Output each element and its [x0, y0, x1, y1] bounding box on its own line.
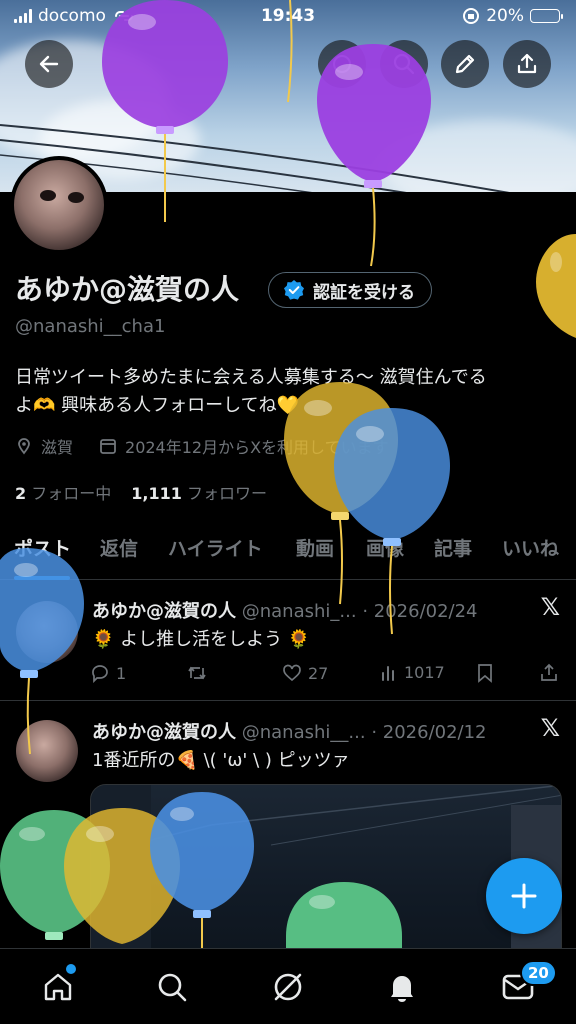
- grok-icon: [274, 973, 302, 1001]
- post-text: 🌻 よし推し活をしよう 🌻: [92, 629, 311, 650]
- like-count: 27: [308, 663, 329, 683]
- repost-icon: [188, 666, 206, 680]
- edit-button[interactable]: [441, 40, 489, 88]
- balloon-string: [287, 0, 293, 103]
- balloon-blue: [150, 792, 254, 948]
- x-logo-icon: 𝕏: [540, 714, 560, 742]
- back-button[interactable]: [25, 40, 73, 88]
- home-icon: [44, 973, 72, 1001]
- reply-count: 1: [116, 663, 127, 683]
- balloon-green: [286, 882, 402, 948]
- display-name: あゆか@滋賀の人: [15, 273, 240, 306]
- balloon-blue: [0, 548, 84, 755]
- reply-button[interactable]: 1: [90, 663, 126, 683]
- edit-icon: [455, 54, 475, 74]
- tab-highlights[interactable]: ハイライト: [168, 534, 263, 561]
- get-verified-label: 認証を受ける: [313, 282, 415, 303]
- post-text: 1番近所の🍕 \( 'ω' \ ) ピッツァ: [92, 750, 350, 771]
- nav-grok[interactable]: [268, 967, 308, 1007]
- get-verified-button[interactable]: 認証を受ける: [268, 272, 432, 308]
- notifications-icon: [391, 976, 413, 1002]
- post-header: あゆか@滋賀の人 @nanashi__... · 2026/02/12: [92, 718, 522, 744]
- battery-percent: 20%: [486, 6, 524, 26]
- like-icon: [283, 664, 301, 682]
- followers-label: フォロワー: [186, 484, 267, 503]
- balloon-purple: [317, 44, 431, 267]
- reply-icon: [92, 665, 108, 683]
- bottom-navigation: [0, 948, 576, 1024]
- rotation-lock-icon: [463, 8, 480, 24]
- verified-icon: [284, 280, 304, 300]
- view-count: 1017: [404, 663, 445, 682]
- following-count: 2: [15, 484, 27, 503]
- compose-icon: [511, 883, 537, 909]
- balloon-purple: [102, 0, 228, 222]
- views-button[interactable]: 1017: [380, 663, 445, 682]
- share-button[interactable]: [503, 40, 551, 88]
- explore-icon: [158, 973, 187, 1002]
- tab-replies[interactable]: 返信: [100, 534, 138, 561]
- views-icon: [382, 665, 394, 681]
- share-icon: [541, 663, 557, 681]
- battery-icon: [530, 9, 563, 23]
- balloon-blue: [334, 408, 450, 635]
- x-logo-icon: 𝕏: [540, 593, 560, 621]
- post-author-name: あゆか@滋賀の人: [92, 722, 236, 743]
- compose-post-button[interactable]: [486, 858, 562, 934]
- nav-explore[interactable]: [152, 967, 192, 1007]
- follow-stats: 2 フォロー中 1,111 フォロワー: [15, 480, 267, 504]
- followers-link[interactable]: 1,111 フォロワー: [131, 480, 267, 504]
- tab-likes[interactable]: いいね: [502, 534, 559, 561]
- home-unread-dot: [66, 964, 76, 974]
- balloon-yellow: [536, 234, 576, 338]
- bookmark-icon: [478, 664, 492, 683]
- profile-handle: @nanashi__cha1: [15, 316, 166, 337]
- post-author-handle: @nanashi__...: [241, 722, 366, 743]
- share-icon: [517, 53, 537, 74]
- following-link[interactable]: 2 フォロー中: [15, 480, 111, 504]
- repost-button[interactable]: [186, 663, 214, 683]
- followers-count: 1,111: [131, 484, 182, 503]
- location-icon: [18, 438, 30, 455]
- like-button[interactable]: 27: [282, 663, 328, 683]
- location-text: 滋賀: [41, 438, 74, 457]
- messages-badge: 20: [520, 960, 557, 986]
- share-post-button[interactable]: [540, 663, 558, 683]
- avatar-eye: [68, 192, 84, 203]
- bookmark-button[interactable]: [476, 663, 494, 683]
- profile-avatar[interactable]: [10, 156, 108, 254]
- following-label: フォロー中: [31, 484, 112, 503]
- back-icon: [39, 55, 59, 73]
- post-author-name: あゆか@滋賀の人: [92, 601, 236, 622]
- post-date: · 2026/02/12: [371, 722, 487, 743]
- avatar-eye: [40, 190, 56, 201]
- calendar-icon: [100, 439, 116, 454]
- post-actions: 1 27 1017: [90, 663, 560, 687]
- nav-notifications[interactable]: [382, 967, 422, 1007]
